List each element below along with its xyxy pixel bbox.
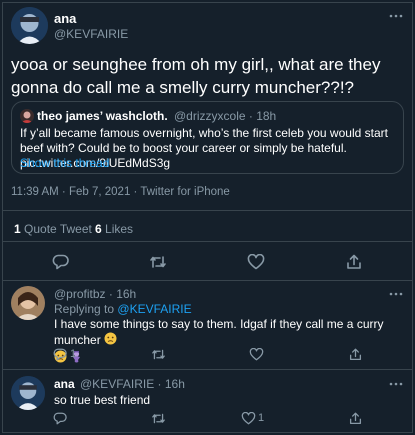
reply-icon[interactable] — [52, 411, 68, 425]
avatar-ana[interactable] — [11, 7, 48, 44]
avatar-ana[interactable] — [11, 376, 45, 410]
reply2-handle-time[interactable]: @KEVFAIRIE · 16h — [80, 377, 185, 391]
replying-to-label: Replying to — [54, 302, 115, 316]
quoted-handle-time: @drizzyxcole · 18h — [174, 109, 277, 123]
share-icon[interactable] — [347, 411, 363, 425]
avatar-profitbz[interactable] — [11, 286, 45, 320]
like-icon[interactable] — [248, 347, 264, 361]
reply2-text: so true best friend — [54, 393, 151, 407]
quoted-display-name: theo james’ washcloth. — [37, 109, 168, 123]
reply1-handle-time[interactable]: @profitbz · 16h — [54, 287, 136, 301]
reply-icon[interactable] — [52, 347, 68, 361]
display-name[interactable]: ana — [54, 11, 76, 26]
more-icon[interactable] — [386, 287, 406, 301]
show-thread-link[interactable]: Show this thread — [20, 156, 109, 170]
reply1-reply-count: 1 — [70, 348, 77, 360]
reply2-like-count: 1 — [258, 412, 265, 424]
retweet-icon[interactable] — [150, 347, 166, 361]
divider — [3, 369, 412, 370]
reply2-display-name[interactable]: ana — [54, 377, 75, 391]
like-icon[interactable] — [240, 411, 256, 425]
retweet-icon[interactable] — [148, 253, 168, 271]
quote-label: Quote Tweet — [24, 222, 92, 236]
quoted-avatar — [20, 109, 34, 123]
tweet-timestamp[interactable]: 11:39 AM · Feb 7, 2021 · Twitter for iPh… — [11, 186, 230, 198]
quoted-tweet[interactable]: theo james’ washcloth. @drizzyxcole · 18… — [11, 101, 404, 174]
like-label: Likes — [105, 222, 134, 236]
handle[interactable]: @KEVFAIRIE — [54, 27, 128, 41]
share-icon[interactable] — [344, 253, 364, 271]
more-icon[interactable] — [386, 377, 406, 391]
divider — [3, 210, 412, 211]
divider — [3, 241, 412, 242]
quote-count: 1 — [14, 222, 21, 236]
more-icon[interactable] — [386, 9, 406, 23]
share-icon[interactable] — [347, 347, 363, 361]
like-icon[interactable] — [246, 253, 266, 271]
likes-stat[interactable]: 6 Likes — [95, 222, 133, 236]
reply-icon[interactable] — [50, 253, 70, 271]
quote-tweets-stat[interactable]: 1 Quote Tweet — [14, 222, 92, 236]
replying-to: Replying to @KEVFAIRIE — [54, 302, 192, 316]
tweet-text: yooa or seunghee from oh my girl,, what … — [11, 55, 381, 97]
worried-face-emoji — [104, 332, 117, 349]
like-count: 6 — [95, 222, 102, 236]
divider — [3, 280, 412, 281]
retweet-icon[interactable] — [150, 411, 166, 425]
replying-to-handle[interactable]: @KEVFAIRIE — [117, 302, 191, 316]
